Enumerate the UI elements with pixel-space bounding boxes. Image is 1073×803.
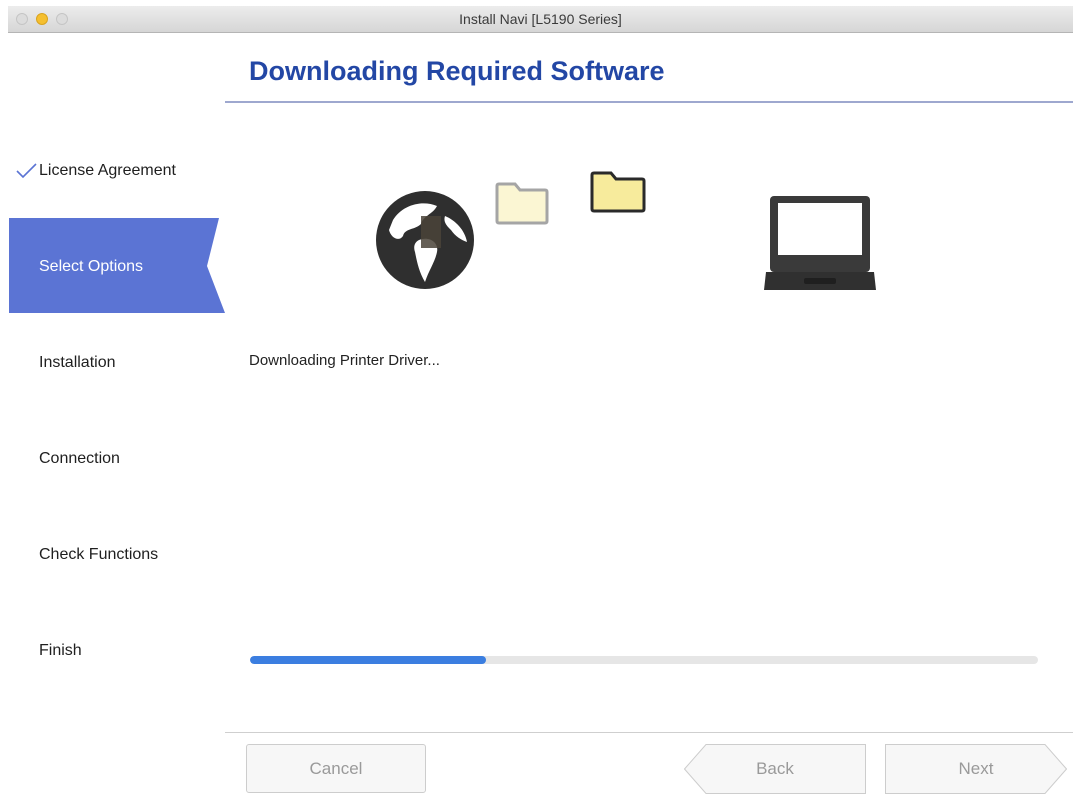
next-button-label: Next: [958, 759, 994, 778]
step-check-functions: Check Functions: [39, 546, 159, 563]
footer-divider: [225, 732, 1073, 733]
step-select-options: Select Options: [9, 218, 225, 313]
download-status-text: Downloading Printer Driver...: [249, 352, 440, 369]
cancel-button[interactable]: Cancel: [246, 744, 426, 793]
step-connection: Connection: [39, 450, 120, 467]
globe-icon: [376, 191, 474, 289]
page-title: Downloading Required Software: [249, 56, 665, 86]
back-button-label: Back: [756, 759, 794, 778]
download-progress-bar: [250, 656, 1038, 664]
back-button[interactable]: Back: [683, 744, 866, 794]
step-label: Select Options: [39, 258, 144, 275]
next-button[interactable]: Next: [885, 744, 1068, 794]
folder-icon: [495, 182, 549, 225]
window-titlebar: Install Navi [L5190 Series]: [8, 6, 1073, 33]
checkmark-icon: [16, 163, 37, 179]
window-title: Install Navi [L5190 Series]: [459, 11, 622, 27]
folder-icon: [590, 171, 646, 213]
laptop-icon: [764, 196, 876, 290]
title-divider: [225, 101, 1073, 103]
step-installation: Installation: [39, 354, 116, 371]
progress-bar-fill: [250, 656, 487, 664]
step-license-agreement: License Agreement: [39, 162, 176, 179]
step-finish: Finish: [39, 642, 82, 659]
